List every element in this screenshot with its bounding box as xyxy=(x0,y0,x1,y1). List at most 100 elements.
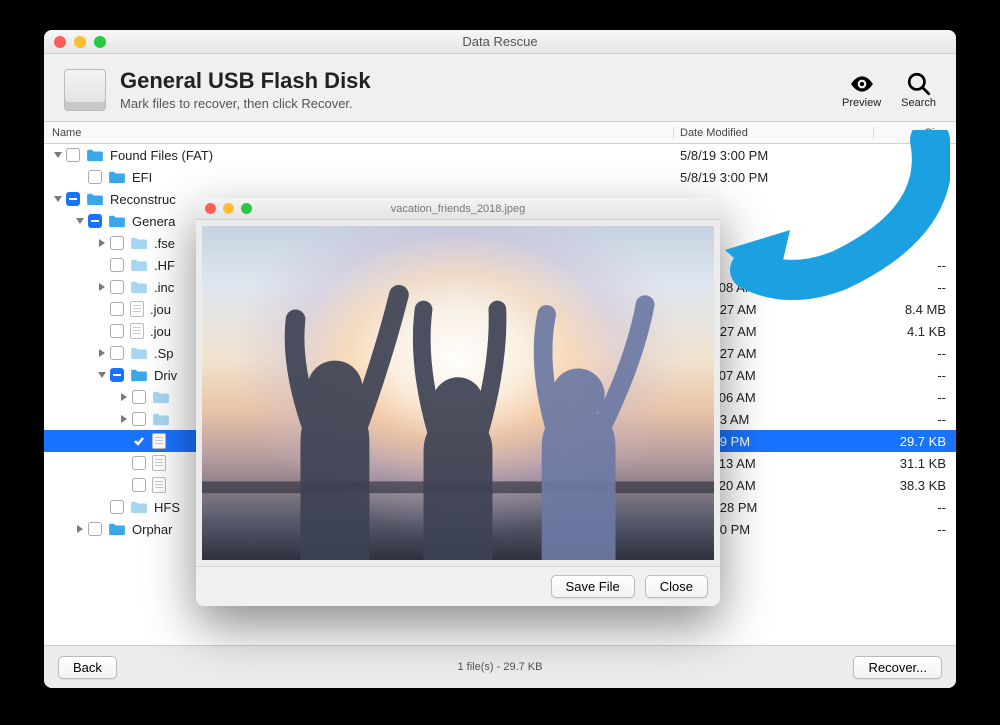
search-label: Search xyxy=(901,97,936,109)
item-size: -- xyxy=(874,390,956,405)
folder-icon xyxy=(86,192,104,206)
page-subtitle: Mark files to recover, then click Recove… xyxy=(120,96,371,111)
item-size: 29.7 KB xyxy=(874,434,956,449)
preview-button[interactable]: Preview xyxy=(842,71,881,109)
page-title: General USB Flash Disk xyxy=(120,68,371,94)
item-size: -- xyxy=(874,412,956,427)
disclosure-triangle-icon[interactable] xyxy=(96,237,108,249)
column-size[interactable]: Size xyxy=(874,127,956,139)
folder-icon xyxy=(130,236,148,250)
disclosure-triangle-icon[interactable] xyxy=(118,413,130,425)
disclosure-triangle-icon[interactable] xyxy=(74,215,86,227)
item-size: 4.1 KB xyxy=(874,324,956,339)
checkbox[interactable] xyxy=(88,214,102,228)
checkbox[interactable] xyxy=(66,192,80,206)
footer: Back 1 file(s) - 29.7 KB Recover... xyxy=(44,646,956,688)
folder-icon xyxy=(108,522,126,536)
folder-icon xyxy=(130,280,148,294)
column-date[interactable]: Date Modified xyxy=(674,127,874,139)
item-size: 38.3 KB xyxy=(874,478,956,493)
item-name: HFS xyxy=(154,500,180,515)
column-header: Name Date Modified Size xyxy=(44,122,956,144)
item-name: .HF xyxy=(154,258,175,273)
folder-icon xyxy=(108,214,126,228)
folder-icon xyxy=(86,148,104,162)
item-size: -- xyxy=(874,346,956,361)
disclosure-triangle-icon[interactable] xyxy=(52,193,64,205)
tree-row[interactable]: EFI 5/8/19 3:00 PM -- xyxy=(44,166,956,188)
preview-footer: Save File Close xyxy=(196,566,720,606)
preview-image xyxy=(202,226,714,560)
checkbox[interactable] xyxy=(88,522,102,536)
item-name: .jou xyxy=(150,324,171,339)
disclosure-triangle-icon[interactable] xyxy=(118,391,130,403)
item-date: 5/8/19 3:00 PM xyxy=(674,148,874,163)
item-name: EFI xyxy=(132,170,152,185)
folder-icon xyxy=(130,368,148,382)
item-name: .fse xyxy=(154,236,175,251)
checkbox[interactable] xyxy=(132,412,146,426)
back-button[interactable]: Back xyxy=(58,656,117,679)
item-size: -- xyxy=(874,368,956,383)
preview-label: Preview xyxy=(842,97,881,109)
checkbox[interactable] xyxy=(110,346,124,360)
checkbox[interactable] xyxy=(110,236,124,250)
item-name: .jou xyxy=(150,302,171,317)
folder-icon xyxy=(152,412,170,426)
disclosure-triangle-icon[interactable] xyxy=(96,369,108,381)
item-name: Found Files (FAT) xyxy=(110,148,213,163)
checkbox[interactable] xyxy=(110,500,124,514)
header-text: General USB Flash Disk Mark files to rec… xyxy=(120,68,371,111)
checkbox[interactable] xyxy=(132,456,146,470)
item-size: -- xyxy=(874,148,956,163)
disclosure-triangle-icon[interactable] xyxy=(96,281,108,293)
close-window-button[interactable] xyxy=(54,36,66,48)
disclosure-triangle-icon[interactable] xyxy=(74,523,86,535)
checkbox[interactable] xyxy=(66,148,80,162)
window-title: Data Rescue xyxy=(44,34,956,49)
item-size: 31.1 KB xyxy=(874,456,956,471)
tree-row[interactable]: Found Files (FAT) 5/8/19 3:00 PM -- xyxy=(44,144,956,166)
file-icon xyxy=(130,301,144,317)
checkbox[interactable] xyxy=(132,390,146,404)
column-name[interactable]: Name xyxy=(44,127,674,139)
checkbox[interactable] xyxy=(132,434,146,448)
checkbox[interactable] xyxy=(110,368,124,382)
eye-icon xyxy=(849,71,875,97)
minimize-window-button[interactable] xyxy=(74,36,86,48)
drive-icon xyxy=(64,69,106,111)
status-text: 1 file(s) - 29.7 KB xyxy=(44,661,956,673)
file-icon xyxy=(152,455,166,471)
folder-icon xyxy=(130,346,148,360)
search-button[interactable]: Search xyxy=(901,71,936,109)
item-size: -- xyxy=(874,522,956,537)
item-name: Driv xyxy=(154,368,177,383)
item-size: -- xyxy=(874,258,956,273)
item-name: Reconstruc xyxy=(110,192,176,207)
item-size: -- xyxy=(874,280,956,295)
item-date: 5/8/19 3:00 PM xyxy=(674,170,874,185)
file-icon xyxy=(152,433,166,449)
checkbox[interactable] xyxy=(132,478,146,492)
close-preview-button[interactable]: Close xyxy=(645,575,708,598)
preview-titlebar: vacation_friends_2018.jpeg xyxy=(196,198,720,220)
folder-icon xyxy=(152,390,170,404)
preview-window: vacation_friends_2018.jpeg xyxy=(196,198,720,606)
disclosure-triangle-icon[interactable] xyxy=(52,149,64,161)
checkbox[interactable] xyxy=(110,280,124,294)
zoom-window-button[interactable] xyxy=(94,36,106,48)
window-controls xyxy=(54,36,106,48)
checkbox[interactable] xyxy=(110,302,124,316)
disclosure-triangle-icon[interactable] xyxy=(96,347,108,359)
item-size: 8.4 MB xyxy=(874,302,956,317)
header: General USB Flash Disk Mark files to rec… xyxy=(44,54,956,122)
save-file-button[interactable]: Save File xyxy=(551,575,635,598)
item-name: .inc xyxy=(154,280,174,295)
titlebar: Data Rescue xyxy=(44,30,956,54)
checkbox[interactable] xyxy=(88,170,102,184)
checkbox[interactable] xyxy=(110,258,124,272)
item-size: -- xyxy=(874,170,956,185)
recover-button[interactable]: Recover... xyxy=(853,656,942,679)
item-name: Orphar xyxy=(132,522,172,537)
checkbox[interactable] xyxy=(110,324,124,338)
